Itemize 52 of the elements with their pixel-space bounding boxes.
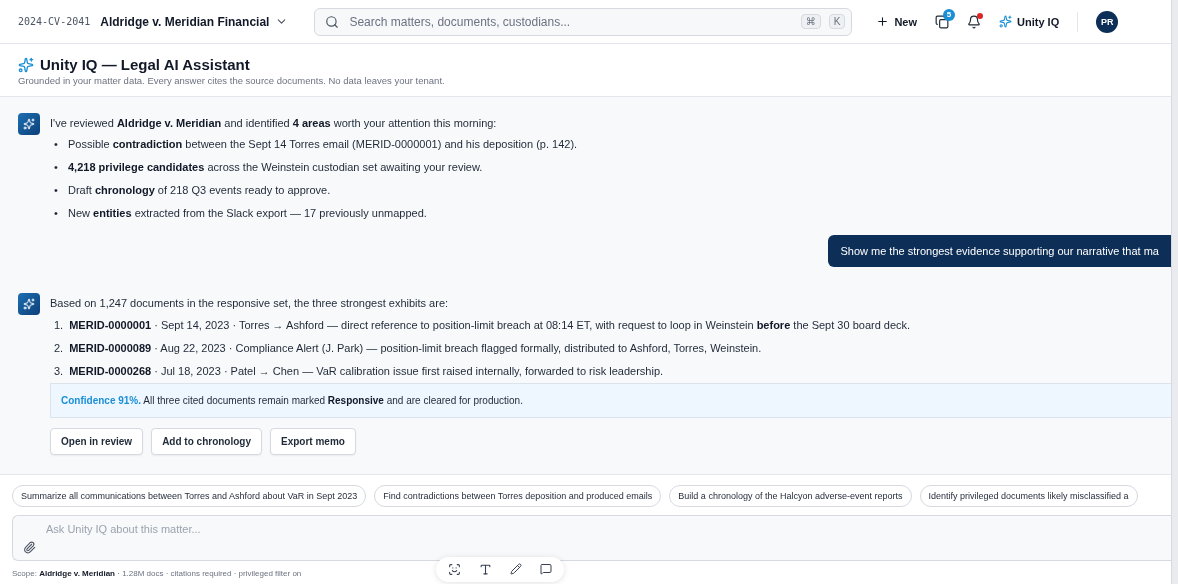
list-item: MERID-0000089 · Aug 22, 2023 · Compliance Alert (J. Park) — position-limit breach flagged formally, distributed to Ashford, Torres, Weinstein. — [69, 340, 762, 356]
list-marker: 3. — [54, 363, 64, 379]
list-item: Possible contradiction between the Sept 14 Torres email (MERID-0000001) and his deposition (p. 142). — [68, 137, 578, 153]
list-item: MERID-0000268 · Jul 18, 2023 · Patel → Chen — VaR calibration issue first raised internally, forwarded to risk leadership. — [69, 363, 664, 379]
case-number: 2024-CV-2041 — [18, 16, 91, 27]
scope-line: Scope: Aldridge v. Meridian · 1.28M docs · citations required · privileged filter on — [12, 569, 302, 578]
list-marker: • — [54, 137, 59, 153]
list-marker: • — [54, 160, 59, 176]
text-icon[interactable] — [479, 563, 492, 576]
matter-selector[interactable]: Aldridge v. Meridian Financial — [100, 14, 289, 29]
assistant-button[interactable]: Unity IQ — [999, 15, 1060, 28]
suggestion-chip[interactable]: Identify privileged documents likely misclassified a — [919, 485, 1138, 507]
confidence-callout: Confidence 91%. All three cited documents remain marked Responsive and are cleared for production. — [50, 382, 1171, 418]
suggestion-chip[interactable]: Find contradictions between Torres deposition and produced emails — [374, 485, 662, 507]
user-avatar[interactable]: PR — [1096, 10, 1119, 33]
shortcut-key: ⌘ — [800, 14, 821, 29]
plus-icon — [876, 15, 890, 28]
sparkle-icon — [18, 56, 34, 73]
search-icon — [325, 14, 340, 29]
user-message: Show me the strongest evidence supporting our narrative that ma — [828, 235, 1171, 268]
documents-icon[interactable] — [935, 14, 950, 29]
page-subtitle: Grounded in your matter data. Every answer cites the source documents. No data leaves your tenant. — [18, 75, 446, 86]
count-badge: 5 — [943, 8, 956, 21]
assistant-avatar-icon — [18, 293, 40, 316]
action-button[interactable]: Export memo — [270, 427, 356, 455]
action-button[interactable]: Open in review — [50, 427, 144, 455]
suggestion-chip[interactable]: Build a chronology of the Halcyon adverse-event reports — [669, 485, 912, 507]
list-item: 4,218 privilege candidates across the Weinstein custodian set awaiting your review. — [68, 160, 483, 176]
pencil-icon[interactable] — [510, 563, 522, 576]
message-text: I've reviewed Aldridge v. Meridian and identified 4 areas worth your attention this morning: — [50, 116, 498, 131]
list-item: Draft chronology of 218 Q3 events ready to approve. — [68, 183, 331, 199]
list-marker: 1. — [54, 317, 64, 333]
list-item: MERID-0000001 · Sept 14, 2023 · Torres → Ashford — direct reference to position-limit breach at 08:14 ET, with request to loop in Weinstein before the Sept 30 board deck. — [69, 317, 911, 333]
search-field[interactable]: Search matters, documents, custodians... ⌘ K — [314, 7, 853, 36]
assistant-avatar-icon — [18, 113, 40, 135]
sparkle-icon — [999, 15, 1013, 28]
search-input[interactable]: Search matters, documents, custodians... — [347, 13, 793, 30]
composer-field[interactable]: Ask Unity IQ about this matter... — [12, 515, 1171, 561]
chat-input[interactable]: Ask Unity IQ about this matter... — [44, 522, 1161, 536]
page-title: Unity IQ — Legal AI Assistant — [40, 56, 250, 73]
notifications-icon[interactable] — [967, 14, 982, 29]
message-text: Based on 1,247 documents in the responsive set, the three strongest exhibits are: — [50, 296, 450, 311]
attach-icon[interactable] — [23, 541, 36, 554]
list-item: New entities extracted from the Slack export — 17 previously unmapped. — [68, 206, 427, 222]
action-button[interactable]: Add to chronology — [151, 427, 263, 455]
new-button[interactable]: New — [876, 15, 918, 28]
suggestion-chip[interactable]: Summarize all communications between Torres and Ashford about VaR in Sept 2023 — [12, 485, 367, 507]
comment-icon[interactable] — [540, 563, 552, 576]
list-marker: • — [54, 183, 59, 199]
shortcut-key: K — [828, 14, 846, 29]
list-marker: 2. — [54, 340, 64, 356]
list-marker: • — [54, 206, 59, 222]
